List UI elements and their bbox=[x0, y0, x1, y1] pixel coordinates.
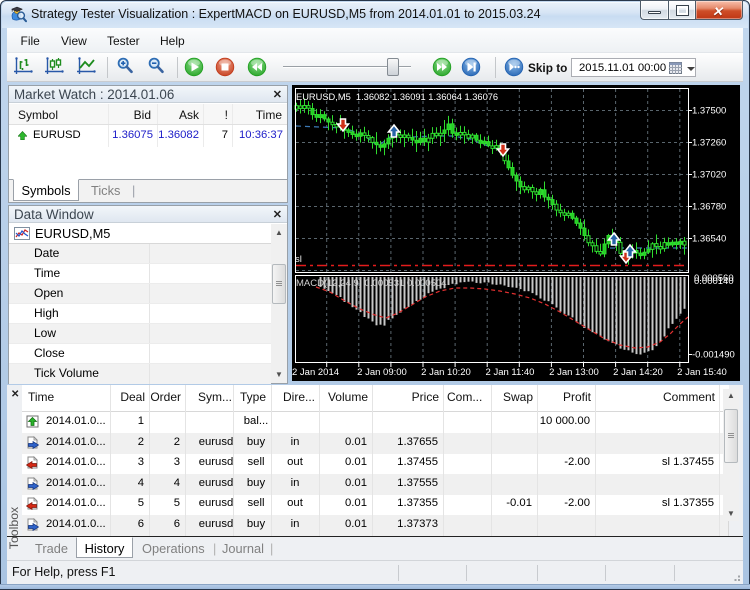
svg-text:2 Jan 14:20: 2 Jan 14:20 bbox=[613, 367, 663, 378]
svg-text:2 Jan 11:40: 2 Jan 11:40 bbox=[486, 367, 535, 378]
svg-text:-0.001490: -0.001490 bbox=[692, 350, 735, 361]
svg-text:2 Jan 15:40: 2 Jan 15:40 bbox=[677, 367, 727, 378]
svg-text:2 Jan 10:20: 2 Jan 10:20 bbox=[421, 367, 471, 378]
svg-text:2 Jan 09:00: 2 Jan 09:00 bbox=[357, 367, 407, 378]
svg-text:MACD(12,24,9) 0.000531 0.00050: MACD(12,24,9) 0.000531 0.000504 bbox=[296, 278, 447, 289]
svg-text:1.36540: 1.36540 bbox=[692, 234, 726, 245]
svg-text:1.37260: 1.37260 bbox=[692, 138, 726, 149]
svg-text:0.000140: 0.000140 bbox=[694, 276, 734, 287]
svg-text:2 Jan 13:00: 2 Jan 13:00 bbox=[549, 367, 599, 378]
svg-text:1.36780: 1.36780 bbox=[692, 202, 726, 213]
svg-text:1.37020: 1.37020 bbox=[692, 170, 726, 181]
svg-text:EURUSD,M5 1.36082 1.36091 1.3: EURUSD,M5 1.36082 1.36091 1.36064 1.3607… bbox=[296, 92, 498, 102]
svg-text:1.37500: 1.37500 bbox=[692, 106, 726, 117]
svg-text:sl: sl bbox=[295, 254, 302, 265]
svg-text:2 Jan 2014: 2 Jan 2014 bbox=[292, 367, 339, 378]
